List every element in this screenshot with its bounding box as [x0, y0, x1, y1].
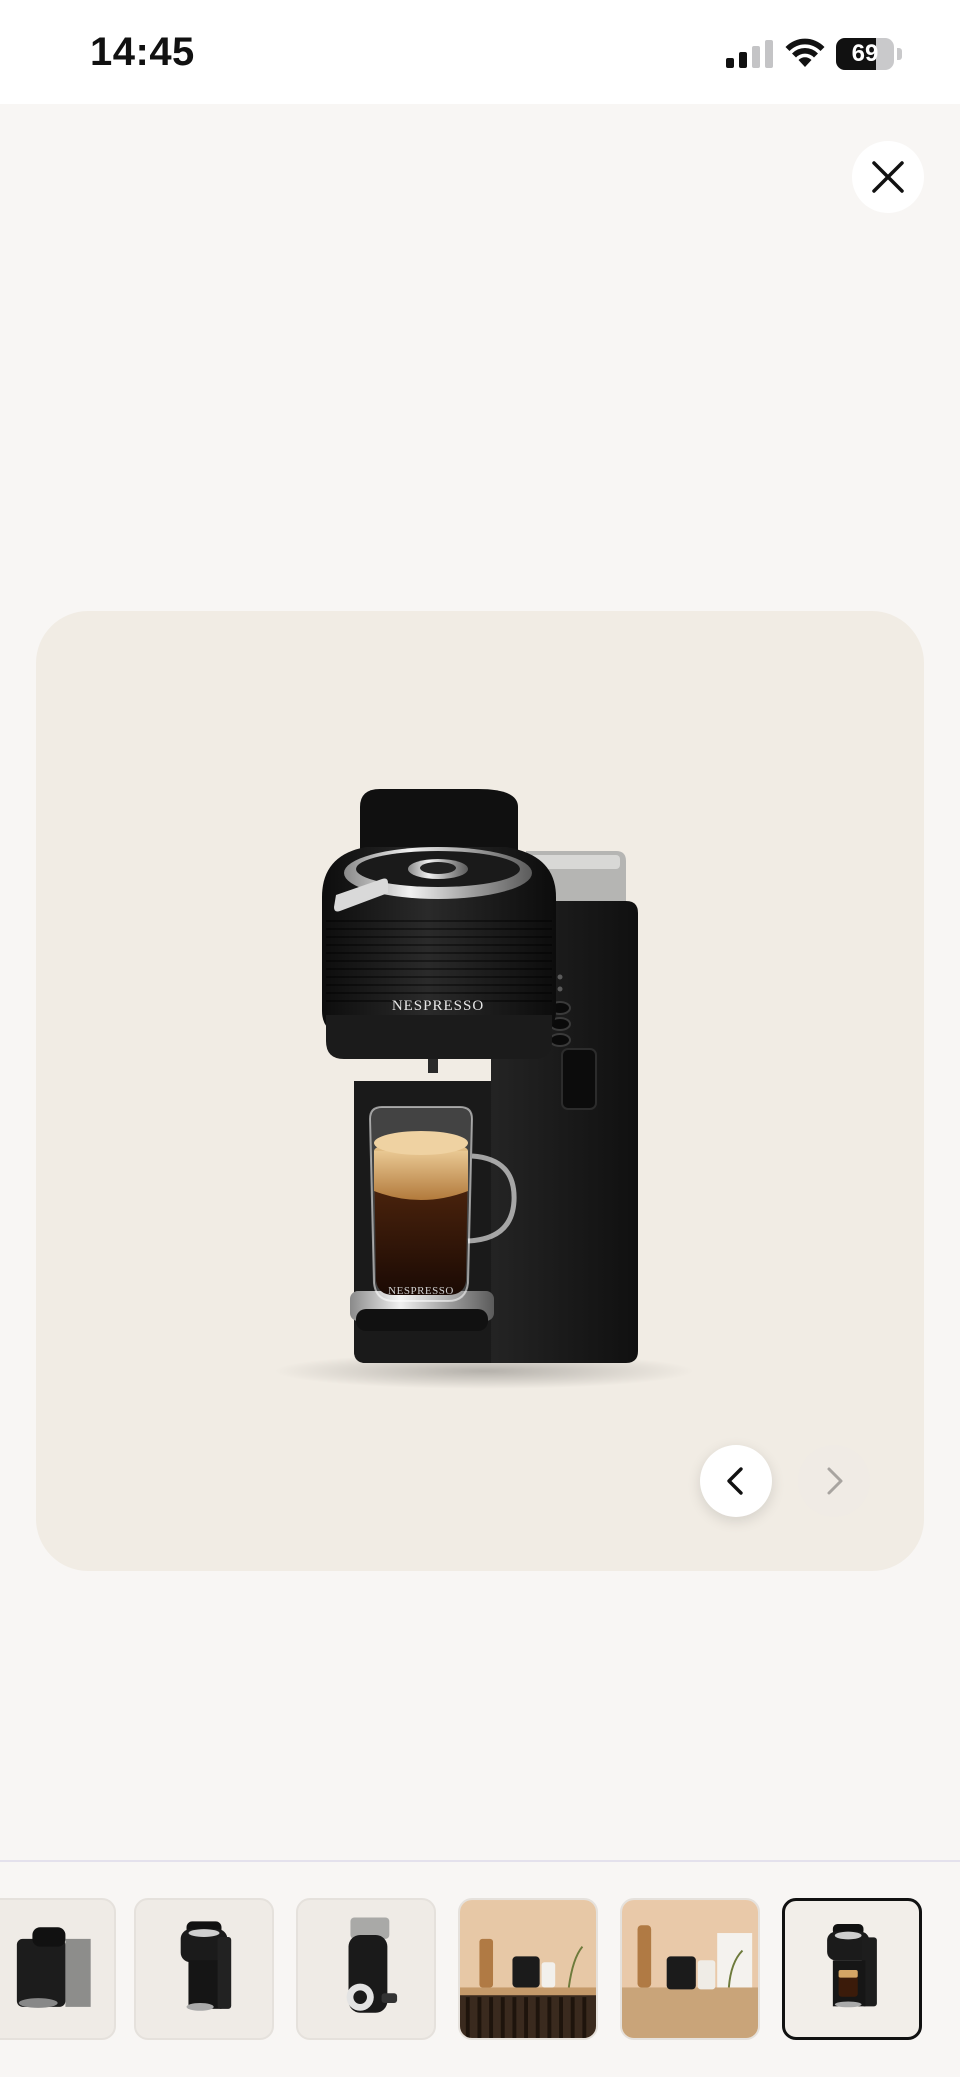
brand-logo: NESPRESSO [392, 998, 484, 1014]
kitchen-lifestyle-thumbnail-image [460, 1900, 596, 2038]
machine-back-thumbnail-image [346, 1917, 398, 2013]
product-image-viewer[interactable]: NESPRESSO NESPRESSO [36, 611, 924, 1571]
status-bar: 14:45 69 [0, 0, 960, 104]
coffee-machine-image: NESPRESSO NESPRESSO [274, 789, 694, 1389]
battery-level-text: 69 [851, 40, 879, 67]
battery-icon: 69 [836, 38, 902, 70]
thumbnail-4[interactable] [458, 1898, 598, 2040]
kitchen-lifestyle-thumbnail-image-2 [622, 1900, 758, 2038]
thumbnail-6-selected[interactable] [782, 1898, 922, 2040]
machine-with-cup-thumbnail-image [827, 1924, 877, 2008]
close-icon [872, 161, 904, 193]
previous-image-button[interactable] [700, 1445, 772, 1517]
cellular-signal-icon [726, 40, 773, 68]
thumbnail-3[interactable] [296, 1898, 436, 2040]
close-button[interactable] [852, 141, 924, 213]
chevron-right-icon [827, 1467, 843, 1495]
status-time: 14:45 [90, 30, 195, 74]
next-image-button[interactable] [798, 1445, 870, 1517]
cup-brand-logo: NESPRESSO [388, 1285, 454, 1297]
thumbnail-1[interactable] [0, 1898, 116, 2040]
machine-front-thumbnail-image [180, 1921, 232, 2011]
thumbnail-strip[interactable] [0, 1862, 960, 2077]
thumbnail-5[interactable] [620, 1898, 760, 2040]
chevron-left-icon [727, 1467, 743, 1495]
machine-side-thumbnail-image [16, 1927, 91, 2008]
wifi-icon [785, 38, 825, 67]
thumbnail-2[interactable] [134, 1898, 274, 2040]
